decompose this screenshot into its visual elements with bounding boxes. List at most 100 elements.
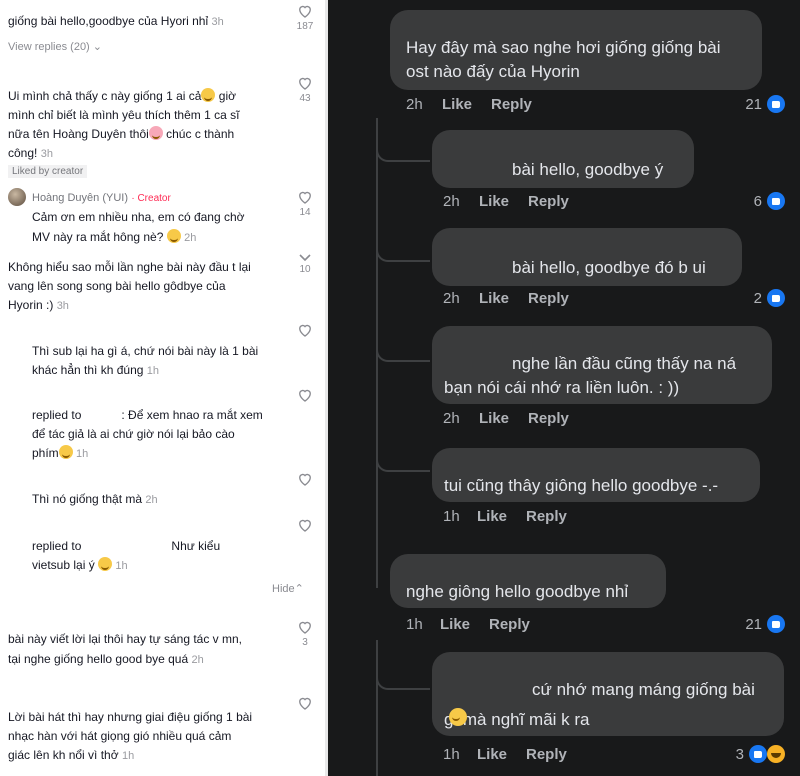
like-count: 14 [299, 207, 311, 218]
view-replies-button[interactable]: View replies (20) ⌄ [8, 38, 102, 57]
comment-text: công! 3h [8, 146, 53, 160]
reply-button[interactable]: Reply [489, 616, 530, 633]
comment-text: tại nghe giống hello good bye quá 2h [8, 652, 204, 666]
avatar[interactable] [8, 188, 26, 206]
heart-icon[interactable] [296, 188, 314, 206]
like-button[interactable]: Like [479, 193, 509, 210]
reaction-count: 6 [753, 193, 762, 210]
comment-text: giống bài hello,goodbye của Hyori nhỉ 3h [8, 14, 224, 28]
comment-text: replied to : Để xem hnao ra mắt xem [32, 408, 263, 422]
reaction-count: 3 [735, 746, 744, 763]
liked-by-creator-badge: Liked by creator [8, 165, 88, 178]
comment-text: nghe giông hello goodbye nhỉ [406, 582, 629, 601]
like-reaction-icon[interactable] [767, 192, 785, 210]
reply-button[interactable]: Reply [528, 410, 569, 427]
reply-button[interactable]: Reply [526, 746, 567, 763]
thread-branch [376, 220, 430, 262]
grin-emoji-icon [98, 557, 113, 571]
comment-text: bài này viết lời lại thôi hay tự sáng tá… [8, 632, 243, 646]
comment-bubble[interactable]: Hay đây mà sao nghe hơi giống giống bài … [390, 10, 762, 90]
comment-author: Hoàng Duyên (YUI) · Creator [32, 192, 171, 204]
reaction-count: 21 [745, 96, 762, 113]
smile-emoji-icon [166, 229, 181, 243]
heart-icon[interactable] [296, 470, 314, 488]
like-reaction-icon[interactable] [767, 615, 785, 633]
like-count: 43 [299, 93, 311, 104]
comment-text: bài hello, goodbye đó b ui [512, 258, 706, 277]
comment-text: tui cũng thây giông hello goodbye -.- [444, 476, 719, 495]
comment-text: nghe lần đầu cũng thấy na ná [512, 354, 737, 373]
like-reaction-icon[interactable] [749, 745, 767, 763]
comment-time: 1h [406, 616, 423, 633]
like-count: 187 [296, 21, 314, 32]
reply-button[interactable]: Reply [526, 508, 567, 525]
heart-icon[interactable] [296, 694, 314, 712]
facebook-comments-panel: Hay đây mà sao nghe hơi giống giống bài … [328, 0, 800, 776]
comment-text: Hyorin :) 3h [8, 298, 69, 312]
reply-button[interactable]: Reply [528, 290, 569, 307]
reply-button[interactable]: Reply [528, 193, 569, 210]
comment-text: Cảm ơn em nhiều nha, em có đang chờ [32, 210, 245, 224]
like-reaction-icon[interactable] [767, 289, 785, 307]
comment-time: 2h [443, 193, 460, 210]
reaction-count: 2 [753, 290, 762, 307]
comment-text: Không hiểu sao mỗi lần nghe bài này đầu … [8, 260, 251, 274]
reply-button[interactable]: Reply [491, 96, 532, 113]
like-count: 10 [299, 264, 311, 275]
comment-bubble[interactable]: cứ nhớ mang máng giống bài gì mà nghĩ mã… [432, 652, 784, 736]
comment-text: nhạc hàn với hát giọng gió nhiều quá cảm [8, 729, 232, 743]
heart-icon[interactable] [296, 386, 314, 404]
like-button[interactable]: Like [477, 746, 507, 763]
like-count: 3 [302, 637, 308, 648]
laugh-emoji-icon [448, 708, 467, 726]
comment-text: phím 1h [32, 445, 89, 460]
heart-icon[interactable] [296, 74, 314, 92]
comment-text: để tác giả là ai chứ giờ nói lại bảo cào [32, 427, 235, 441]
comment-text: Thì sub lại ha gì á, chứ nói bài này là … [32, 344, 259, 358]
thread-branch [376, 430, 430, 472]
comment-bubble[interactable]: bài hello, goodbye ý [432, 130, 694, 188]
comment-bubble[interactable]: bài hello, goodbye đó b ui [432, 228, 742, 286]
heart-icon[interactable] [296, 516, 314, 534]
comment-time: 2h [406, 96, 423, 113]
like-button[interactable]: Like [479, 290, 509, 307]
comment-text: replied to Như kiểu [32, 539, 221, 553]
comment-text: mình chỉ biết là mình yêu thích thêm 1 c… [8, 108, 240, 122]
like-button[interactable]: Like [477, 508, 507, 525]
reaction-count: 21 [745, 616, 762, 633]
heart-icon[interactable] [296, 618, 314, 636]
heart-icon[interactable] [296, 321, 314, 339]
comment-text: MV này ra mắt hông nè? 2h [32, 229, 197, 244]
like-reaction-icon[interactable] [767, 95, 785, 113]
comment-bubble[interactable]: tui cũng thây giông hello goodbye -.- [432, 448, 760, 502]
comment-bubble[interactable]: nghe giông hello goodbye nhỉ [390, 554, 666, 608]
like-button[interactable]: Like [440, 616, 470, 633]
heart-icon[interactable] [296, 2, 314, 20]
comment-text: bạn nói cái nhớ ra liền luôn. : )) [444, 378, 680, 397]
comment-text: bài hello, goodbye ý [512, 160, 664, 179]
comment-time: 2h [443, 290, 460, 307]
comment-text: vang lên song song bài hello gôdbye của [8, 279, 226, 293]
tiktok-comments-panel: giống bài hello,goodbye của Hyori nhỉ 3h… [0, 0, 325, 776]
laugh-emoji-icon [58, 445, 73, 459]
hide-replies-button[interactable]: Hide⌃ [272, 580, 304, 599]
smile-emoji-icon [201, 88, 216, 102]
comment-text: vietsub lại ý 1h [32, 557, 128, 572]
thread-branch [376, 640, 430, 690]
comment-bubble[interactable]: nghe lần đầu cũng thấy na ná bạn nói cái… [432, 326, 772, 404]
comment-text: giác lên kh nổi vì thở 1h [8, 748, 135, 762]
comment-text: gì mà nghĩ mãi k ra [444, 708, 590, 729]
thread-branch [376, 120, 430, 162]
comment-text: Lời bài hát thì hay nhưng giai điệu giốn… [8, 710, 253, 724]
comment-text: Hay đây mà sao nghe hơi giống giống bài [406, 38, 721, 57]
haha-reaction-icon[interactable] [767, 745, 785, 763]
chevron-down-icon: ⌄ [92, 41, 103, 53]
like-button[interactable]: Like [442, 96, 472, 113]
comment-time: 2h [443, 410, 460, 427]
love-emoji-icon [148, 126, 163, 140]
comment-text: Ui mình chả thấy c này giống 1 ai cả giờ [8, 88, 236, 103]
like-button[interactable]: Like [479, 410, 509, 427]
thread-branch [376, 320, 430, 362]
comment-text: nữa tên Hoàng Duyên thôi chúc c thành [8, 126, 235, 141]
comment-time: 1h [443, 508, 460, 525]
